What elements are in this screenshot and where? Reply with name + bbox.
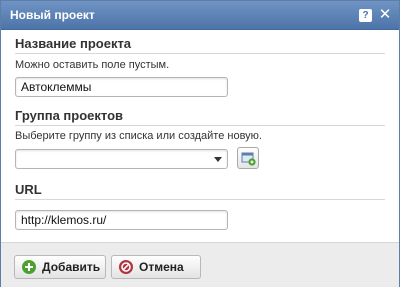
- add-button[interactable]: Добавить: [14, 255, 106, 279]
- dialog-titlebar: Новый проект ? ✕: [1, 1, 399, 30]
- plus-circle-icon: [22, 260, 36, 274]
- project-name-hint: Можно оставить поле пустым.: [15, 59, 170, 71]
- url-input[interactable]: [15, 210, 228, 230]
- help-icon[interactable]: ?: [359, 9, 372, 22]
- chevron-down-icon[interactable]: [214, 157, 222, 162]
- cancel-button[interactable]: Отмена: [111, 255, 201, 279]
- project-name-heading: Название проекта: [15, 36, 132, 51]
- add-button-label: Добавить: [42, 260, 101, 274]
- close-icon[interactable]: ✕: [378, 7, 392, 23]
- new-project-dialog: Новый проект ? ✕ Название проекта Можно …: [0, 0, 400, 287]
- project-group-heading: Группа проектов: [15, 108, 124, 123]
- new-group-button[interactable]: [237, 147, 259, 169]
- divider: [15, 125, 385, 126]
- dialog-title: Новый проект: [10, 8, 95, 22]
- url-heading: URL: [15, 182, 42, 197]
- divider: [15, 53, 385, 54]
- cancel-circle-icon: [119, 260, 133, 274]
- project-group-select[interactable]: [15, 149, 228, 169]
- dialog-footer: Добавить Отмена: [1, 242, 399, 287]
- project-name-input[interactable]: [15, 77, 228, 97]
- divider: [15, 199, 385, 200]
- cancel-button-label: Отмена: [139, 260, 184, 274]
- new-group-icon: [241, 152, 256, 166]
- project-group-hint: Выберите группу из списка или создайте н…: [15, 130, 262, 142]
